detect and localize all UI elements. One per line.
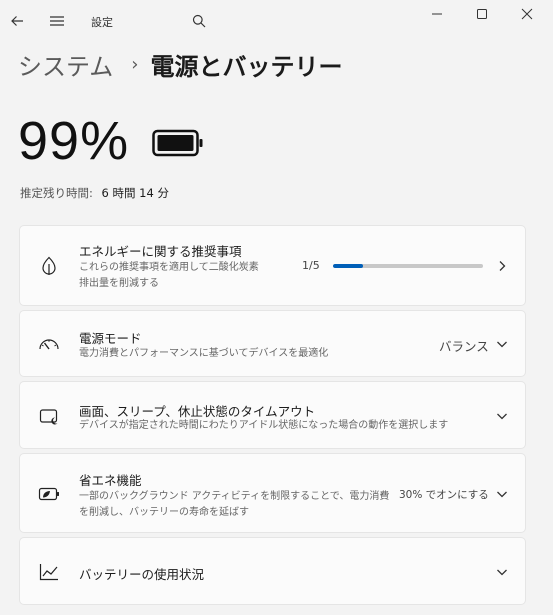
maximize-button[interactable]: [472, 4, 492, 24]
breadcrumb-separator: ›: [131, 53, 139, 75]
back-arrow-icon: [11, 16, 23, 26]
close-icon: [521, 8, 533, 20]
power-mode-desc: 電力消費とパフォーマンスに基づいてデバイスを最適化: [79, 348, 329, 359]
recommendations-progress-bar: [333, 264, 483, 268]
battery-usage-title: バッテリーの使用状況: [79, 567, 205, 582]
app-title: 設定: [91, 16, 113, 29]
breadcrumb: システム › 電源とバッテリー: [18, 47, 342, 81]
screen-sleep-card[interactable]: 画面、スリープ、休止状態のタイムアウト デバイスが指定された時間にわたりアイドル…: [19, 381, 526, 449]
power-mode-dropdown[interactable]: バランス: [439, 336, 489, 355]
line-chart-icon: [38, 561, 60, 583]
search-icon: [192, 14, 206, 28]
chevron-right-icon: [494, 258, 510, 274]
energy-recommendations-desc-line1: これらの推奨事項を適用して二酸化炭素: [79, 262, 259, 273]
battery-saver-desc-line1: 一部のバックグラウンド アクティビティを制限することで、電力消費: [79, 491, 390, 502]
minimize-button[interactable]: [427, 4, 447, 24]
gauge-icon: [38, 333, 60, 355]
battery-saver-card[interactable]: 省エネ機能 一部のバックグラウンド アクティビティを制限することで、電力消費 を…: [19, 453, 526, 533]
chevron-down-icon[interactable]: [494, 486, 510, 502]
menu-button[interactable]: [46, 10, 68, 32]
energy-recommendations-desc-line2: 排出量を削減する: [79, 278, 159, 289]
close-button[interactable]: [517, 4, 537, 24]
energy-recommendations-card[interactable]: エネルギーに関する推奨事項 これらの推奨事項を適用して二酸化炭素 排出量を削減す…: [19, 225, 526, 306]
power-mode-card[interactable]: 電源モード 電力消費とパフォーマンスに基づいてデバイスを最適化 バランス: [19, 310, 526, 377]
screen-sleep-desc: デバイスが指定された時間にわたりアイドル状態になった場合の動作を選択します: [79, 420, 449, 431]
battery-full-icon: [152, 129, 203, 157]
estimated-time-label: 推定残り時間:: [20, 186, 93, 200]
estimated-time-value: 6 時間 14 分: [101, 186, 169, 200]
page-title: 電源とバッテリー: [150, 52, 343, 81]
recommendations-progress-label: 1/5: [302, 259, 320, 272]
chevron-down-icon[interactable]: [494, 408, 510, 424]
battery-percentage: 99%: [18, 111, 130, 171]
back-button[interactable]: [6, 10, 28, 32]
battery-saver-icon: [38, 483, 60, 505]
estimated-time-row: 推定残り時間: 6 時間 14 分: [20, 185, 169, 201]
energy-recommendations-title: エネルギーに関する推奨事項: [79, 244, 242, 259]
leaf-icon: [38, 255, 60, 277]
chevron-down-icon[interactable]: [494, 336, 510, 352]
battery-usage-card[interactable]: バッテリーの使用状況: [19, 537, 526, 605]
battery-saver-title: 省エネ機能: [79, 473, 142, 488]
hamburger-icon: [50, 16, 64, 26]
search-button[interactable]: [189, 11, 209, 31]
power-mode-title: 電源モード: [79, 331, 142, 346]
chevron-down-icon[interactable]: [494, 564, 510, 580]
screen-sleep-icon: [38, 406, 60, 428]
minimize-icon: [432, 13, 442, 15]
battery-saver-threshold-dropdown[interactable]: 30% でオンにする: [399, 487, 489, 502]
battery-saver-desc-line2: を削減し、バッテリーの寿命を延ばす: [79, 507, 249, 518]
title-bar: 設定: [0, 0, 553, 44]
breadcrumb-parent-system[interactable]: システム: [18, 47, 113, 82]
maximize-icon: [477, 9, 487, 19]
recommendations-progress-fill: [333, 264, 363, 268]
